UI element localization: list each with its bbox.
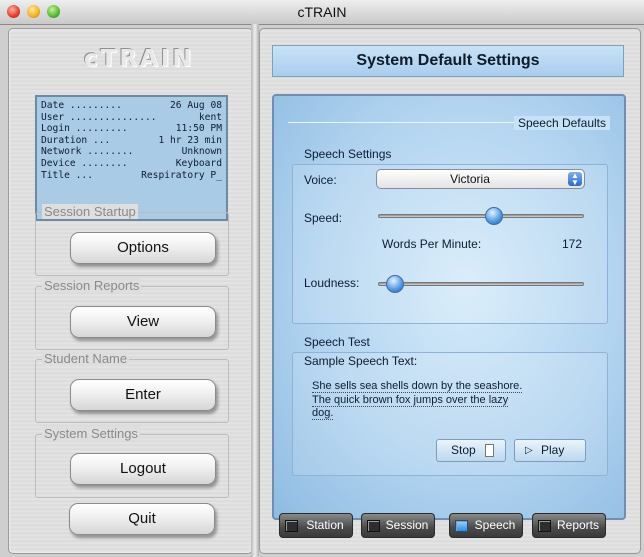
wpm-value: 172 [561,237,582,251]
wpm-label: Words Per Minute: [382,237,482,251]
session-info-box: Date ......... 26 Aug 08 User ...........… [35,95,228,221]
info-line-date: Date ......... 26 Aug 08 [41,100,222,111]
system-settings-group: System Settings Logout [35,426,229,498]
window-titlebar: cTRAIN [0,0,644,25]
play-icon: ▷ [525,445,533,456]
updown-arrows-icon: ▲ ▼ [568,172,582,187]
speed-label: Speed: [304,211,343,225]
sample-text-label: Sample Speech Text: [304,354,418,368]
tab-session[interactable]: Session [361,513,435,538]
voice-select[interactable]: Victoria ▲ ▼ [376,169,585,189]
info-line-duration: Duration ... 1 hr 23 min [41,134,222,146]
window-title: cTRAIN [297,4,347,20]
play-button-label: Play [541,443,565,457]
session-reports-group: Session Reports View [35,278,229,350]
sample-speech-text[interactable]: She sells sea shells down by the seashor… [312,380,582,421]
tab-speech-label: Speech [474,518,516,532]
play-button[interactable]: ▷ Play [514,439,586,462]
tab-station-indicator-icon [285,520,298,532]
panel-splitter [251,24,259,557]
enter-student-button[interactable]: Enter [70,379,216,411]
options-button[interactable]: Options [70,232,216,264]
sample-line-2: The quick brown fox jumps over the lazy [312,393,509,407]
loudness-label: Loudness: [304,276,360,290]
tab-station-label: Station [306,518,344,532]
stop-icon [485,444,494,457]
tab-speech[interactable]: Speech [449,513,523,538]
info-line-user: User ............... kent [41,111,222,123]
session-startup-label: Session Startup [42,204,138,219]
session-startup-group: Session Startup Options [35,204,229,276]
tab-reports-indicator-icon [538,520,551,532]
left-panel: cTRAIN Date ......... 26 Aug 08 User ....… [8,28,253,554]
sample-line-1: She sells sea shells down by the seashor… [312,380,523,393]
sample-line-3: dog. [312,407,334,420]
student-name-group: Student Name Enter [35,351,229,423]
quit-button[interactable]: Quit [69,503,215,535]
speech-defaults-panel: Speech Defaults Speech Settings Voice: V… [272,94,626,520]
voice-label: Voice: [304,173,337,187]
tab-session-indicator-icon [367,520,380,532]
speech-settings-label: Speech Settings [304,147,392,161]
tab-speech-indicator-icon [455,520,468,532]
info-line-network: Network ........ Unknown [41,146,222,158]
info-line-login: Login ......... 11:50 PM [41,123,222,135]
tab-reports-label: Reports [556,518,600,532]
voice-select-value: Victoria [450,172,490,186]
speech-test-label: Speech Test [304,335,370,349]
logout-button[interactable]: Logout [70,453,216,485]
view-reports-button[interactable]: View [70,306,216,338]
loudness-slider-thumb[interactable] [385,275,404,293]
tab-station[interactable]: Station [279,513,353,538]
app-logo: cTRAIN [84,46,195,72]
page-title: System Default Settings [272,45,624,77]
speed-slider-track[interactable] [378,214,584,218]
section-title: Speech Defaults [513,116,610,130]
student-name-label: Student Name [42,351,130,366]
info-line-device: Device ........ Keyboard [41,157,222,169]
right-panel: System Default Settings Speech Defaults … [259,28,641,554]
stop-button[interactable]: Stop [436,439,506,462]
session-reports-label: Session Reports [42,278,142,293]
tab-session-label: Session [385,518,429,532]
loudness-slider-track[interactable] [378,282,584,286]
system-settings-label: System Settings [42,426,140,441]
info-line-title: Title ... Respiratory P_ [41,169,222,181]
stop-button-label: Stop [451,443,476,457]
tab-reports[interactable]: Reports [532,513,606,538]
